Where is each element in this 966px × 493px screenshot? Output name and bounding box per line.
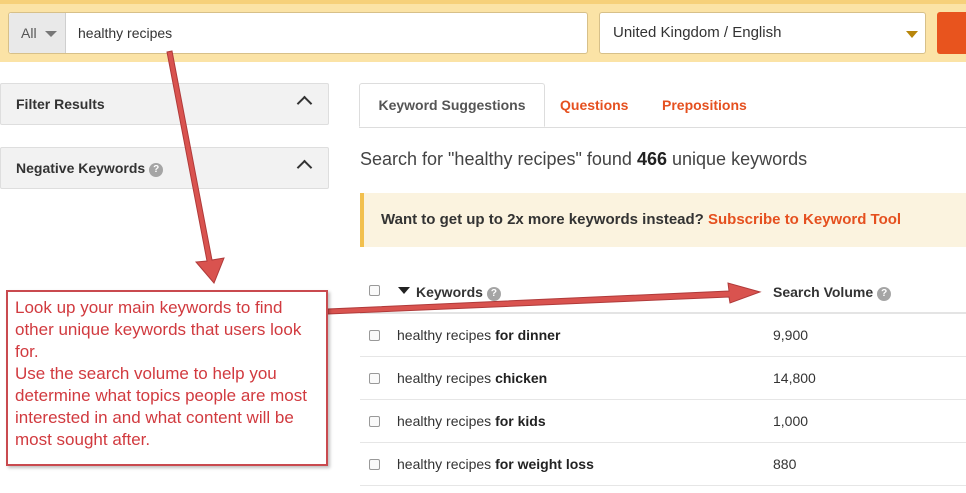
panel-title: Filter Results [16,96,105,112]
search-volume-column-header[interactable]: Search Volume? [773,270,892,314]
table-row: healthy recipes for weight loss 880 [360,443,966,486]
tab-prepositions[interactable]: Prepositions [662,83,747,127]
result-count: 466 [636,149,667,169]
upgrade-text-wrap: Want to get up to 2x more keywords inste… [381,193,901,247]
chevron-up-icon[interactable] [296,95,313,112]
volume-cell: 14,800 [773,370,816,386]
caret-down-icon [906,31,918,38]
row-checkbox[interactable] [369,459,380,470]
scope-label: All [21,25,37,41]
keyword-cell[interactable]: healthy recipes for kids [397,400,546,443]
sort-desc-icon[interactable] [398,287,410,294]
subscribe-link[interactable]: Subscribe to Keyword Tool [708,211,901,228]
keywords-header-label: Keywords [416,284,483,300]
panel-title: Negative Keywords? [16,148,164,188]
negative-keywords-panel[interactable]: Negative Keywords? [0,147,329,189]
row-checkbox[interactable] [369,330,380,341]
keyword-cell[interactable]: healthy recipes for dinner [397,314,560,357]
row-checkbox[interactable] [369,416,380,427]
keyword-base: healthy recipes [397,413,492,429]
result-tabs: Keyword Suggestions Questions Prepositio… [359,83,966,128]
volume-cell: 9,900 [773,327,809,343]
select-all-checkbox[interactable] [369,285,380,296]
locale-value: United Kingdom / English [613,24,782,41]
table-row: healthy recipes for kids 1,000 [360,400,966,443]
keyword-cell[interactable]: healthy recipes for weight loss [397,443,594,486]
keyword-base: healthy recipes [397,327,492,343]
upgrade-text: Want to get up to 2x more keywords inste… [381,211,704,228]
results-summary: Search for "healthy recipes" found 466 u… [360,149,807,170]
upgrade-banner: Want to get up to 2x more keywords inste… [360,193,966,247]
search-box: All healthy recipes [8,12,588,54]
locale-select[interactable]: United Kingdom / English [599,12,926,54]
scope-dropdown[interactable]: All [9,13,66,53]
question-circle-icon[interactable]: ? [486,287,501,301]
keyword-suffix: for dinner [495,327,561,343]
question-circle-icon[interactable]: ? [877,287,892,301]
keyword-cell[interactable]: healthy recipes chicken [397,357,547,400]
search-button[interactable] [937,12,966,54]
keywords-column-header[interactable]: Keywords? [416,270,501,314]
chevron-up-icon[interactable] [296,159,313,176]
top-search-bar: All healthy recipes United Kingdom / Eng… [0,0,966,62]
summary-suffix: unique keywords [672,149,808,169]
keyword-suffix: for kids [495,413,546,429]
keyword-suffix: chicken [495,370,548,386]
volume-cell: 1,000 [773,413,809,429]
filter-results-panel[interactable]: Filter Results [0,83,329,125]
annotation-callout: Look up your main keywords to find other… [6,290,328,466]
keyword-suffix: for weight loss [495,456,594,472]
table-row: healthy recipes chicken 14,800 [360,357,966,400]
keyword-base: healthy recipes [397,456,492,472]
row-checkbox[interactable] [369,373,380,384]
panel-title-text: Negative Keywords [16,160,146,176]
table-header: Keywords? Search Volume? [360,270,966,314]
keyword-base: healthy recipes [397,370,492,386]
annotation-text: Look up your main keywords to find other… [15,298,307,449]
table-row: healthy recipes for dinner 9,900 [360,314,966,357]
volume-cell: 880 [773,456,797,472]
tab-keyword-suggestions[interactable]: Keyword Suggestions [359,83,545,127]
tab-questions[interactable]: Questions [560,83,628,127]
summary-prefix: Search for "healthy recipes" found [360,149,632,169]
caret-down-icon [45,31,57,37]
top-strip [0,0,966,4]
search-input[interactable]: healthy recipes [78,13,578,53]
volume-header-label: Search Volume [773,284,874,300]
question-circle-icon[interactable]: ? [149,163,164,177]
